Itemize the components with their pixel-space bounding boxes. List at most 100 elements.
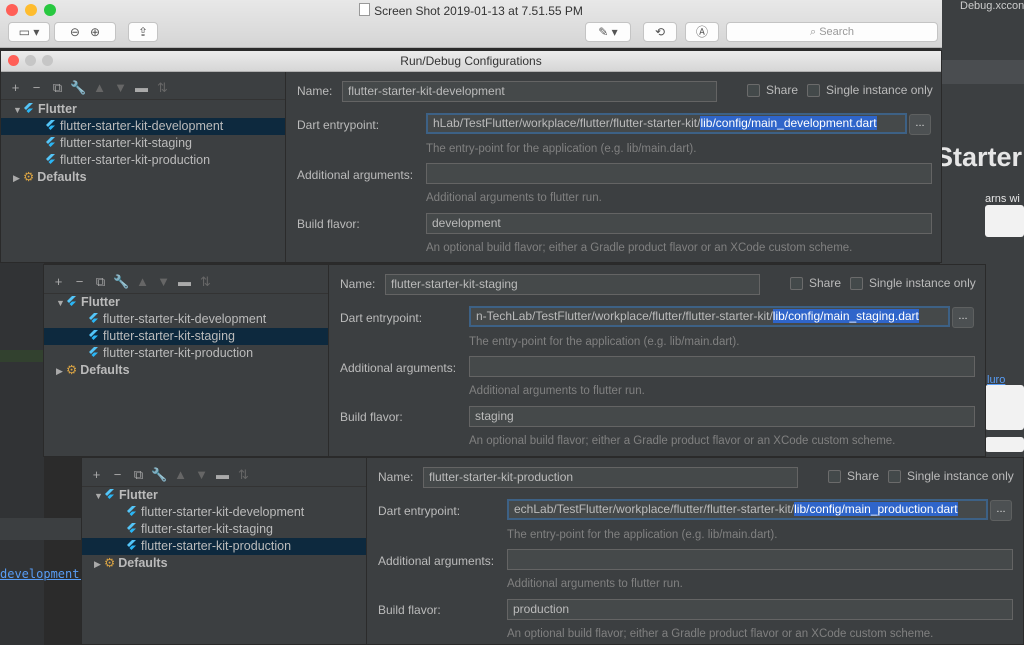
tree-item-flutter[interactable]: ▼ Flutter [44, 294, 328, 311]
flutter-icon [46, 154, 55, 164]
add-icon[interactable]: + [86, 467, 107, 482]
tree-item-flutter[interactable]: ▼ Flutter [82, 487, 366, 504]
wrench-icon[interactable]: 🔧 [111, 274, 132, 290]
minimize-window-button[interactable] [25, 55, 36, 66]
name-field[interactable]: flutter-starter-kit-production [423, 467, 798, 488]
entrypoint-hint: The entry-point for the application (e.g… [469, 336, 740, 348]
move-down-icon[interactable]: ▼ [191, 467, 212, 482]
add-icon[interactable]: + [48, 274, 69, 289]
browse-button[interactable]: ... [990, 500, 1012, 521]
dialog-titlebar: Run/Debug Configurations [1, 51, 941, 72]
flutter-icon [127, 506, 136, 516]
move-down-icon[interactable]: ▼ [110, 80, 131, 95]
zoom-out-icon[interactable]: ⊖ [70, 25, 80, 39]
background-text-fragment: arns wi [985, 193, 1020, 205]
single-instance-checkbox[interactable] [850, 277, 863, 290]
move-up-icon[interactable]: ▲ [89, 80, 110, 95]
background-link[interactable]: luro [987, 374, 1005, 386]
annotate-button[interactable]: Ⓐ [685, 22, 719, 42]
remove-icon[interactable]: − [107, 467, 128, 482]
pen-icon: ✎ ▾ [598, 25, 618, 39]
arguments-field[interactable] [426, 163, 932, 184]
chevron-right-icon[interactable]: ▶ [56, 363, 66, 380]
flavor-field[interactable]: staging [469, 406, 975, 427]
wrench-icon: ⚙ [23, 170, 35, 184]
share-checkbox[interactable] [828, 470, 841, 483]
tree-item-staging[interactable]: flutter-starter-kit-staging [82, 521, 366, 538]
entrypoint-selected-text: lib/config/main_staging.dart [772, 309, 919, 323]
tree-item-production[interactable]: flutter-starter-kit-production [44, 345, 328, 362]
move-up-icon[interactable]: ▲ [170, 467, 191, 482]
zoom-button-group[interactable]: ⊖ ⊕ [54, 22, 116, 42]
copy-icon[interactable]: ⧉ [90, 274, 111, 290]
tree-item-label: Defaults [118, 556, 168, 570]
tree-item-defaults[interactable]: ▶ ⚙ Defaults [1, 169, 285, 186]
sort-icon[interactable]: ⇅ [195, 274, 216, 290]
sidebar-toggle-button[interactable]: ▭ ▾ [8, 22, 50, 42]
wrench-icon[interactable]: 🔧 [149, 467, 170, 483]
sort-icon[interactable]: ⇅ [233, 467, 254, 483]
rotate-button[interactable]: ⟲ [643, 22, 677, 42]
chevron-down-icon[interactable]: ▼ [56, 295, 66, 312]
browse-button[interactable]: ... [952, 307, 974, 328]
tree-item-label: flutter-starter-kit-production [141, 539, 292, 553]
move-down-icon[interactable]: ▼ [153, 274, 174, 289]
tree-item-flutter[interactable]: ▼ Flutter [1, 101, 285, 118]
copy-icon[interactable]: ⧉ [128, 467, 149, 483]
tree-item-development[interactable]: flutter-starter-kit-development [44, 311, 328, 328]
search-field[interactable]: ⌕ Search [726, 22, 938, 42]
chevron-down-icon[interactable]: ▼ [94, 488, 104, 505]
tree-item-defaults[interactable]: ▶ ⚙ Defaults [82, 555, 366, 572]
tree-item-staging[interactable]: flutter-starter-kit-staging [44, 328, 328, 345]
close-window-button[interactable] [8, 55, 19, 66]
markup-button[interactable]: ✎ ▾ [585, 22, 631, 42]
browse-button[interactable]: ... [909, 114, 931, 135]
zoom-window-button[interactable] [42, 55, 53, 66]
remove-icon[interactable]: − [26, 80, 47, 95]
arguments-field[interactable] [507, 549, 1013, 570]
folder-icon[interactable]: ▬ [212, 467, 233, 482]
preview-title-text: Screen Shot 2019-01-13 at 7.51.55 PM [374, 4, 583, 18]
tree-item-development[interactable]: flutter-starter-kit-development [82, 504, 366, 521]
tree-item-defaults[interactable]: ▶ ⚙ Defaults [44, 362, 328, 379]
config-tree: ▼ Flutter flutter-starter-kit-development… [1, 99, 285, 262]
flavor-field[interactable]: production [507, 599, 1013, 620]
single-instance-checkbox[interactable] [807, 84, 820, 97]
entrypoint-field[interactable]: echLab/TestFlutter/workplace/flutter/flu… [507, 499, 988, 520]
entrypoint-field[interactable]: hLab/TestFlutter/workplace/flutter/flutt… [426, 113, 907, 134]
remove-icon[interactable]: − [69, 274, 90, 289]
single-instance-label: Single instance only [907, 469, 1014, 483]
entrypoint-label: Dart entrypoint: [297, 118, 380, 132]
share-button[interactable]: ⇪ [128, 22, 158, 42]
chevron-right-icon[interactable]: ▶ [13, 170, 23, 187]
zoom-in-icon[interactable]: ⊕ [90, 25, 100, 39]
config-tree: ▼ Flutter flutter-starter-kit-development… [82, 486, 366, 644]
name-label: Name: [378, 470, 414, 484]
tree-item-staging[interactable]: flutter-starter-kit-staging [1, 135, 285, 152]
folder-icon[interactable]: ▬ [131, 80, 152, 95]
chevron-down-icon[interactable]: ▼ [13, 102, 23, 119]
share-checkbox[interactable] [790, 277, 803, 290]
single-instance-checkbox[interactable] [888, 470, 901, 483]
arguments-field[interactable] [469, 356, 975, 377]
move-up-icon[interactable]: ▲ [132, 274, 153, 289]
wrench-icon[interactable]: 🔧 [68, 80, 89, 96]
tree-item-development[interactable]: flutter-starter-kit-development [1, 118, 285, 135]
entrypoint-field[interactable]: n-TechLab/TestFlutter/workplace/flutter/… [469, 306, 950, 327]
flavor-hint: An optional build flavor; either a Gradl… [507, 628, 934, 640]
name-field[interactable]: flutter-starter-kit-staging [385, 274, 760, 295]
copy-icon[interactable]: ⧉ [47, 80, 68, 96]
share-checkbox[interactable] [747, 84, 760, 97]
folder-icon[interactable]: ▬ [174, 274, 195, 289]
config-form: Name: flutter-starter-kit-staging Share … [330, 265, 985, 456]
name-field[interactable]: flutter-starter-kit-development [342, 81, 717, 102]
add-icon[interactable]: + [5, 80, 26, 95]
tree-item-production[interactable]: flutter-starter-kit-production [1, 152, 285, 169]
debug-xcconf-tab[interactable]: Debug.xcconf [942, 0, 1024, 14]
chevron-right-icon[interactable]: ▶ [94, 556, 104, 573]
flutter-icon [89, 330, 98, 340]
tree-item-production[interactable]: flutter-starter-kit-production [82, 538, 366, 555]
config-form: Name: flutter-starter-kit-development Sh… [287, 72, 941, 262]
sort-icon[interactable]: ⇅ [152, 80, 173, 96]
flavor-field[interactable]: development [426, 213, 932, 234]
